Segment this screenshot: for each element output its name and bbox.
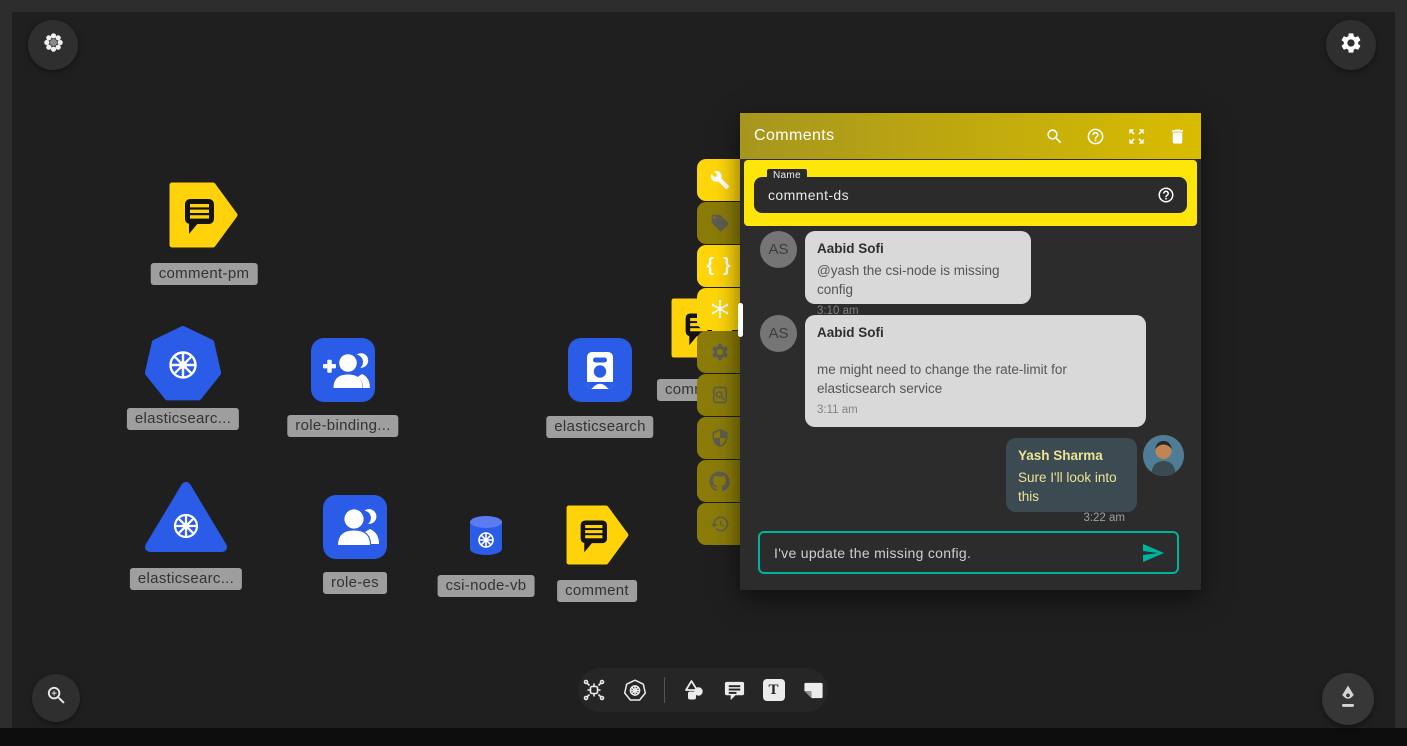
gear-tool-button[interactable] [697, 331, 742, 373]
comment-bubble-icon[interactable] [723, 679, 746, 702]
node-role-binding[interactable] [311, 338, 375, 407]
shield-tool-button[interactable] [697, 417, 742, 459]
pen-tool-button[interactable] [1322, 673, 1374, 725]
comment-input[interactable] [760, 545, 1141, 561]
kubernetes-icon[interactable] [623, 678, 647, 702]
node-label: role-es [323, 572, 387, 594]
message-text: Sure I'll look into this [1018, 468, 1125, 506]
wrench-tool-button[interactable] [697, 159, 742, 201]
message-text: @yash the csi-node is missing config [817, 261, 1019, 299]
dock-toolbar: { } [697, 159, 742, 546]
node-role-es[interactable] [323, 495, 387, 564]
wrench-icon [710, 170, 730, 190]
component-icon[interactable] [582, 678, 606, 702]
avatar-initials: AS [768, 241, 788, 258]
message-author: Aabid Sofi [817, 241, 1019, 256]
braces-tool-button[interactable]: { } [697, 245, 742, 287]
text-icon[interactable]: T [763, 679, 785, 701]
node-label: csi-node-vb [438, 575, 535, 597]
comments-panel: Comments Name AS Aabid Sofi @yash the cs… [740, 113, 1201, 590]
zoom-in-icon [45, 684, 68, 712]
chat-message: Aabid Sofi me might need to change the r… [805, 315, 1146, 427]
node-csi-node-vb[interactable] [468, 515, 504, 562]
node-comment-pm[interactable] [168, 182, 238, 253]
node-label: comment [557, 580, 637, 602]
node-comment[interactable] [565, 505, 629, 570]
delete-icon[interactable] [1168, 127, 1187, 146]
github-tool-button[interactable] [697, 460, 742, 502]
name-input[interactable] [754, 187, 1157, 203]
node-label: comment-pm [151, 263, 258, 285]
node-label: elasticsearc... [130, 568, 242, 590]
app-frame: comment-pm elasticsearc... role-binding.… [0, 0, 1407, 746]
search-icon[interactable] [1045, 127, 1064, 146]
hub-tool-button[interactable] [697, 288, 742, 330]
help-icon[interactable] [1157, 186, 1175, 204]
name-field-label: Name [767, 169, 807, 182]
send-icon[interactable] [1141, 541, 1165, 565]
node-label: elasticsearch [546, 416, 653, 438]
flower-icon [41, 30, 66, 60]
chat-message: Aabid Sofi @yash the csi-node is missing… [805, 231, 1031, 304]
avatar: AS [760, 315, 797, 352]
node-label: elasticsearc... [127, 408, 239, 430]
history-tool-button[interactable] [697, 503, 742, 545]
name-field-section: Name [744, 160, 1197, 226]
gear-icon [710, 342, 730, 362]
message-time: 3:11 am [817, 404, 1134, 416]
zoom-button[interactable] [32, 674, 80, 722]
tag-tool-button[interactable] [697, 202, 742, 244]
panel-title: Comments [754, 127, 835, 145]
expand-icon[interactable] [1127, 127, 1146, 146]
gear-icon [1339, 31, 1363, 60]
tag-icon [710, 213, 730, 233]
comments-panel-header[interactable]: Comments [740, 113, 1201, 159]
message-author: Aabid Sofi [817, 325, 1134, 340]
bottom-strip [0, 728, 1407, 746]
panel-scrollbar-thumb[interactable] [738, 303, 743, 337]
settings-button[interactable] [1326, 20, 1376, 70]
app-menu-button[interactable] [28, 20, 78, 70]
help-icon[interactable] [1086, 127, 1105, 146]
toolbar-divider [664, 677, 665, 703]
avatar: AS [760, 231, 797, 268]
github-icon [709, 471, 730, 492]
shapes-icon[interactable] [682, 678, 706, 702]
node-label: role-binding... [287, 415, 398, 437]
hub-icon [709, 298, 731, 320]
history-icon [710, 514, 730, 534]
braces-icon: { } [706, 255, 732, 277]
message-text: me might need to change the rate-limit f… [817, 360, 1134, 398]
doc-search-tool-button[interactable] [697, 374, 742, 416]
message-author: Yash Sharma [1018, 448, 1125, 463]
chat-message: Yash Sharma Sure I'll look into this 3:2… [1006, 438, 1137, 512]
pen-nib-icon [1335, 684, 1361, 715]
doc-search-icon [710, 385, 730, 405]
note-icon[interactable] [802, 679, 825, 702]
comment-composer [758, 531, 1179, 574]
yash-avatar-photo [1143, 435, 1184, 476]
node-elasticsearch-triangle[interactable] [144, 479, 228, 560]
shield-icon [710, 428, 730, 448]
avatar-initials: AS [768, 325, 788, 342]
node-elasticsearch-heptagon[interactable] [145, 325, 221, 406]
message-time: 3:22 am [1018, 512, 1125, 524]
shape-toolbar: T [578, 668, 828, 712]
node-elasticsearch-serviceaccount[interactable] [568, 338, 632, 407]
